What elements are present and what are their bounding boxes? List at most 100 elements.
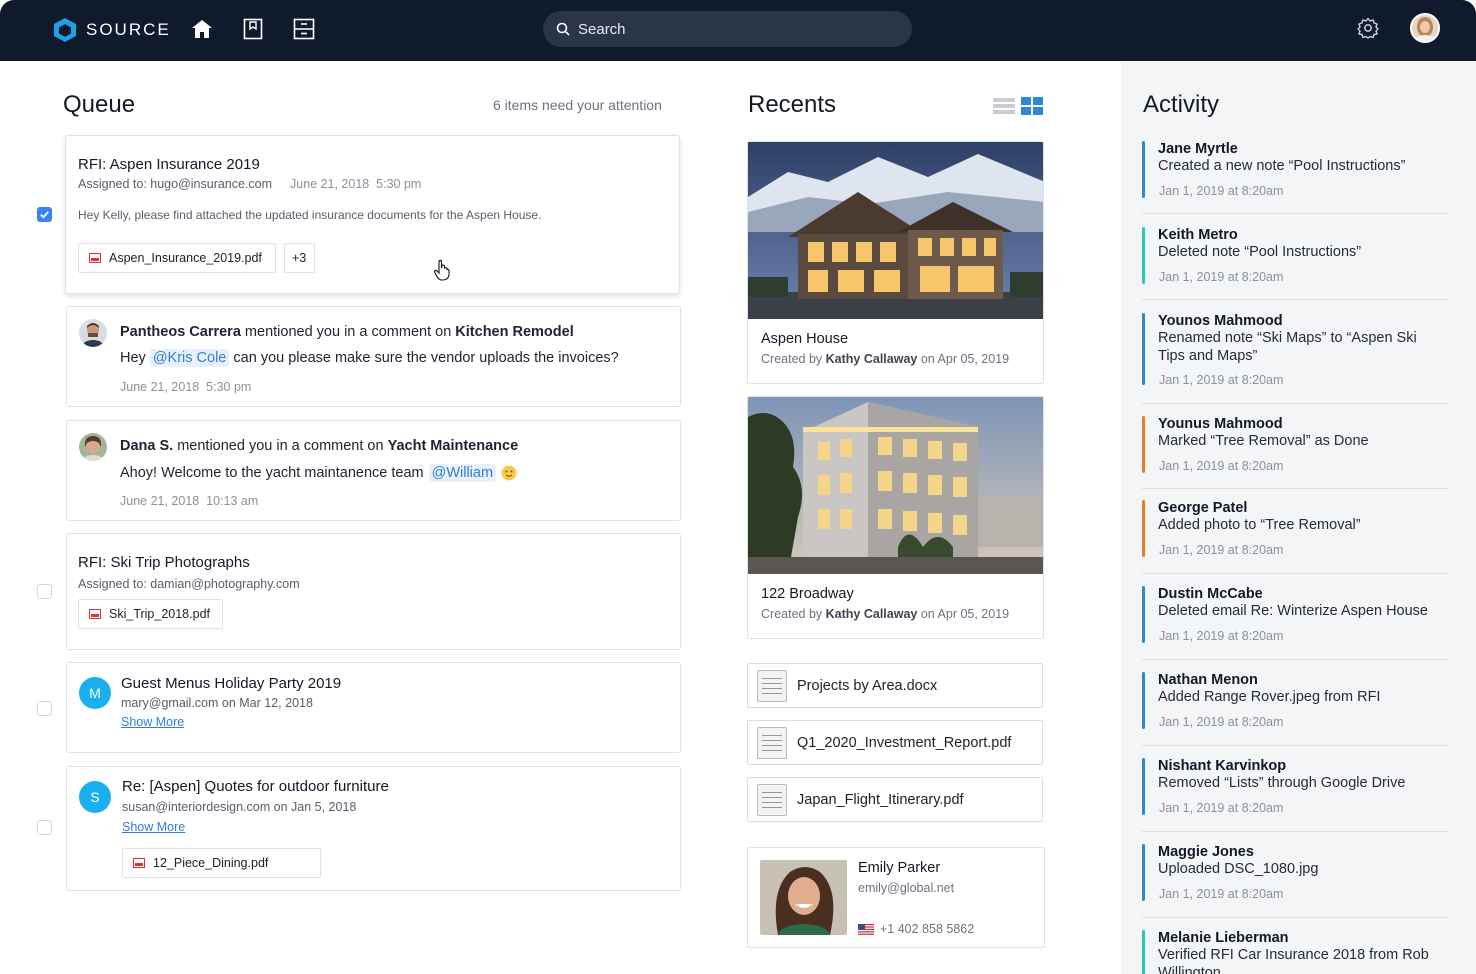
activity-action: Uploaded DSC_1080.jpg [1158, 861, 1319, 877]
contact-name: Emily Parker [858, 860, 941, 876]
recent-project-card[interactable]: Aspen House Created by Kathy Callaway on… [747, 141, 1044, 384]
attachment-chip[interactable]: 12_Piece_Dining.pdf [122, 848, 321, 878]
comment-context: mentioned you in a comment on [244, 324, 452, 340]
activity-color-bar [1142, 416, 1145, 473]
file-name: Japan_Flight_Itinerary.pdf [797, 791, 964, 808]
document-icon [757, 669, 787, 702]
comment-author[interactable]: Pantheos Carrera [120, 324, 241, 340]
building-photo [748, 397, 1043, 574]
activity-action: Removed “Lists” through Google Drive [1158, 775, 1406, 791]
activity-user: Jane Myrtle [1158, 141, 1238, 157]
queue-rfi-card[interactable]: RFI: Ski Trip Photographs Assigned to: d… [66, 533, 681, 650]
activity-heading: Activity [1143, 91, 1220, 118]
activity-item[interactable]: Jane Myrtle Created a new note “Pool Ins… [1142, 141, 1449, 214]
recent-file-item[interactable]: Japan_Flight_Itinerary.pdf [747, 777, 1043, 822]
activity-action: Deleted email Re: Winterize Aspen House [1158, 603, 1428, 619]
activity-item[interactable]: Keith Metro Deleted note “Pool Instructi… [1142, 227, 1449, 300]
contact-card[interactable]: Emily Parker emily@global.net +1 402 858… [747, 847, 1045, 948]
bookmark-icon[interactable] [241, 16, 265, 42]
activity-color-bar [1142, 672, 1145, 729]
user-avatar[interactable] [1410, 13, 1440, 43]
attachment-chip[interactable]: Aspen_Insurance_2019.pdf [78, 243, 276, 273]
activity-time: Jan 1, 2019 at 8:20am [1159, 373, 1284, 387]
app-logo[interactable]: SOURCE [52, 17, 171, 43]
queue-email-card[interactable]: M Guest Menus Holiday Party 2019 mary@gm… [66, 662, 681, 753]
queue-email-card[interactable]: S Re: [Aspen] Quotes for outdoor furnitu… [66, 766, 681, 891]
home-icon[interactable] [190, 16, 214, 42]
settings-gear-icon[interactable] [1357, 17, 1379, 44]
recent-file-item[interactable]: Projects by Area.docx [747, 663, 1043, 708]
comment-text-start: Hey [120, 350, 146, 366]
activity-user: Maggie Jones [1158, 844, 1254, 860]
archive-cabinet-icon[interactable] [292, 16, 316, 42]
comment-text-end: can you please make sure the vendor uplo… [233, 350, 619, 366]
activity-action: Deleted note “Pool Instructions” [1158, 244, 1362, 260]
search-input[interactable] [578, 20, 878, 38]
comment-author[interactable]: Dana S. [120, 438, 173, 454]
contact-phone[interactable]: +1 402 858 5862 [880, 922, 974, 936]
list-view-icon[interactable] [993, 97, 1015, 115]
mention-tag[interactable]: @Kris Cole [149, 349, 230, 367]
queue-item-checkbox[interactable] [37, 584, 52, 599]
commenter-avatar [79, 319, 107, 347]
pdf-file-icon [89, 253, 101, 263]
rfi-date: June 21, 2018 5:30 pm [290, 177, 422, 191]
mention-comment-card[interactable]: Dana S. mentioned you in a comment on Ya… [66, 420, 681, 521]
checkmark-icon [40, 211, 49, 219]
pdf-file-icon [133, 858, 145, 868]
show-more-link[interactable]: Show More [121, 715, 184, 729]
mention-tag[interactable]: @William [428, 464, 497, 482]
source-logo-icon [54, 18, 76, 42]
comment-target-link[interactable]: Yacht Maintenance [388, 438, 519, 454]
activity-item[interactable]: Nishant Karvinkop Removed “Lists” throug… [1142, 758, 1449, 832]
creator-name[interactable]: Kathy Callaway [826, 352, 918, 366]
activity-item[interactable]: Nathan Menon Added Range Rover.jpeg from… [1142, 672, 1449, 746]
rfi-title: RFI: Aspen Insurance 2019 [78, 156, 260, 173]
more-attachments-button[interactable]: +3 [284, 243, 315, 273]
pdf-file-icon [89, 609, 101, 619]
hand-pointer-cursor-icon [433, 259, 451, 286]
queue-item-checkbox[interactable] [37, 207, 52, 222]
search-bar[interactable] [543, 11, 912, 47]
more-attachments-count: +3 [292, 251, 307, 265]
activity-item[interactable]: Younos Mahmood Renamed note “Ski Maps” t… [1142, 313, 1449, 404]
queue-rfi-card[interactable]: RFI: Aspen Insurance 2019 Assigned to: h… [65, 135, 680, 294]
activity-user: Nathan Menon [1158, 672, 1258, 688]
queue-item-checkbox[interactable] [37, 701, 52, 716]
activity-item[interactable]: Melanie Lieberman Verified RFI Car Insur… [1142, 930, 1449, 974]
show-more-link[interactable]: Show More [122, 820, 185, 834]
comment-target-link[interactable]: Kitchen Remodel [455, 324, 573, 340]
queue-item-checkbox[interactable] [37, 820, 52, 835]
creator-name[interactable]: Kathy Callaway [826, 607, 918, 621]
created-by-label: Created by [761, 607, 823, 621]
activity-item[interactable]: Dustin McCabe Deleted email Re: Winteriz… [1142, 586, 1449, 660]
activity-action: Renamed note “Ski Maps” to “Aspen Ski Ti… [1158, 330, 1417, 364]
activity-user: George Patel [1158, 500, 1248, 516]
contact-email[interactable]: emily@global.net [858, 881, 954, 895]
project-name: 122 Broadway [761, 586, 854, 602]
house-photo [748, 142, 1043, 319]
grid-view-icon[interactable] [1021, 97, 1043, 115]
activity-item[interactable]: Maggie Jones Uploaded DSC_1080.jpg Jan 1… [1142, 844, 1449, 918]
recent-file-item[interactable]: Q1_2020_Investment_Report.pdf [747, 720, 1043, 765]
commenter-avatar [79, 433, 107, 461]
activity-action: Created a new note “Pool Instructions” [1158, 158, 1406, 174]
mention-comment-card[interactable]: Pantheos Carrera mentioned you in a comm… [66, 306, 681, 407]
view-toggle [993, 97, 1043, 115]
attachment-chip[interactable]: Ski_Trip_2018.pdf [78, 599, 223, 629]
activity-user: Nishant Karvinkop [1158, 758, 1287, 774]
activity-item[interactable]: George Patel Added photo to “Tree Remova… [1142, 500, 1449, 574]
activity-user: Dustin McCabe [1158, 586, 1263, 602]
queue-attention-count: 6 items need your attention [493, 97, 662, 113]
email-sender: susan@interiordesign.com on Jan 5, 2018 [122, 800, 357, 814]
activity-color-bar [1142, 758, 1145, 815]
comment-date: June 21, 2018 10:13 am [120, 494, 259, 508]
recent-project-card[interactable]: 122 Broadway Created by Kathy Callaway o… [747, 396, 1044, 639]
activity-user: Younos Mahmood [1158, 313, 1283, 329]
activity-action: Added Range Rover.jpeg from RFI [1158, 689, 1381, 705]
activity-action: Verified RFI Car Insurance 2018 from Rob… [1158, 947, 1429, 974]
activity-item[interactable]: Younus Mahmood Marked “Tree Removal” as … [1142, 416, 1449, 489]
activity-user: Younus Mahmood [1158, 416, 1283, 432]
contact-photo [760, 860, 847, 935]
activity-user: Melanie Lieberman [1158, 930, 1289, 946]
